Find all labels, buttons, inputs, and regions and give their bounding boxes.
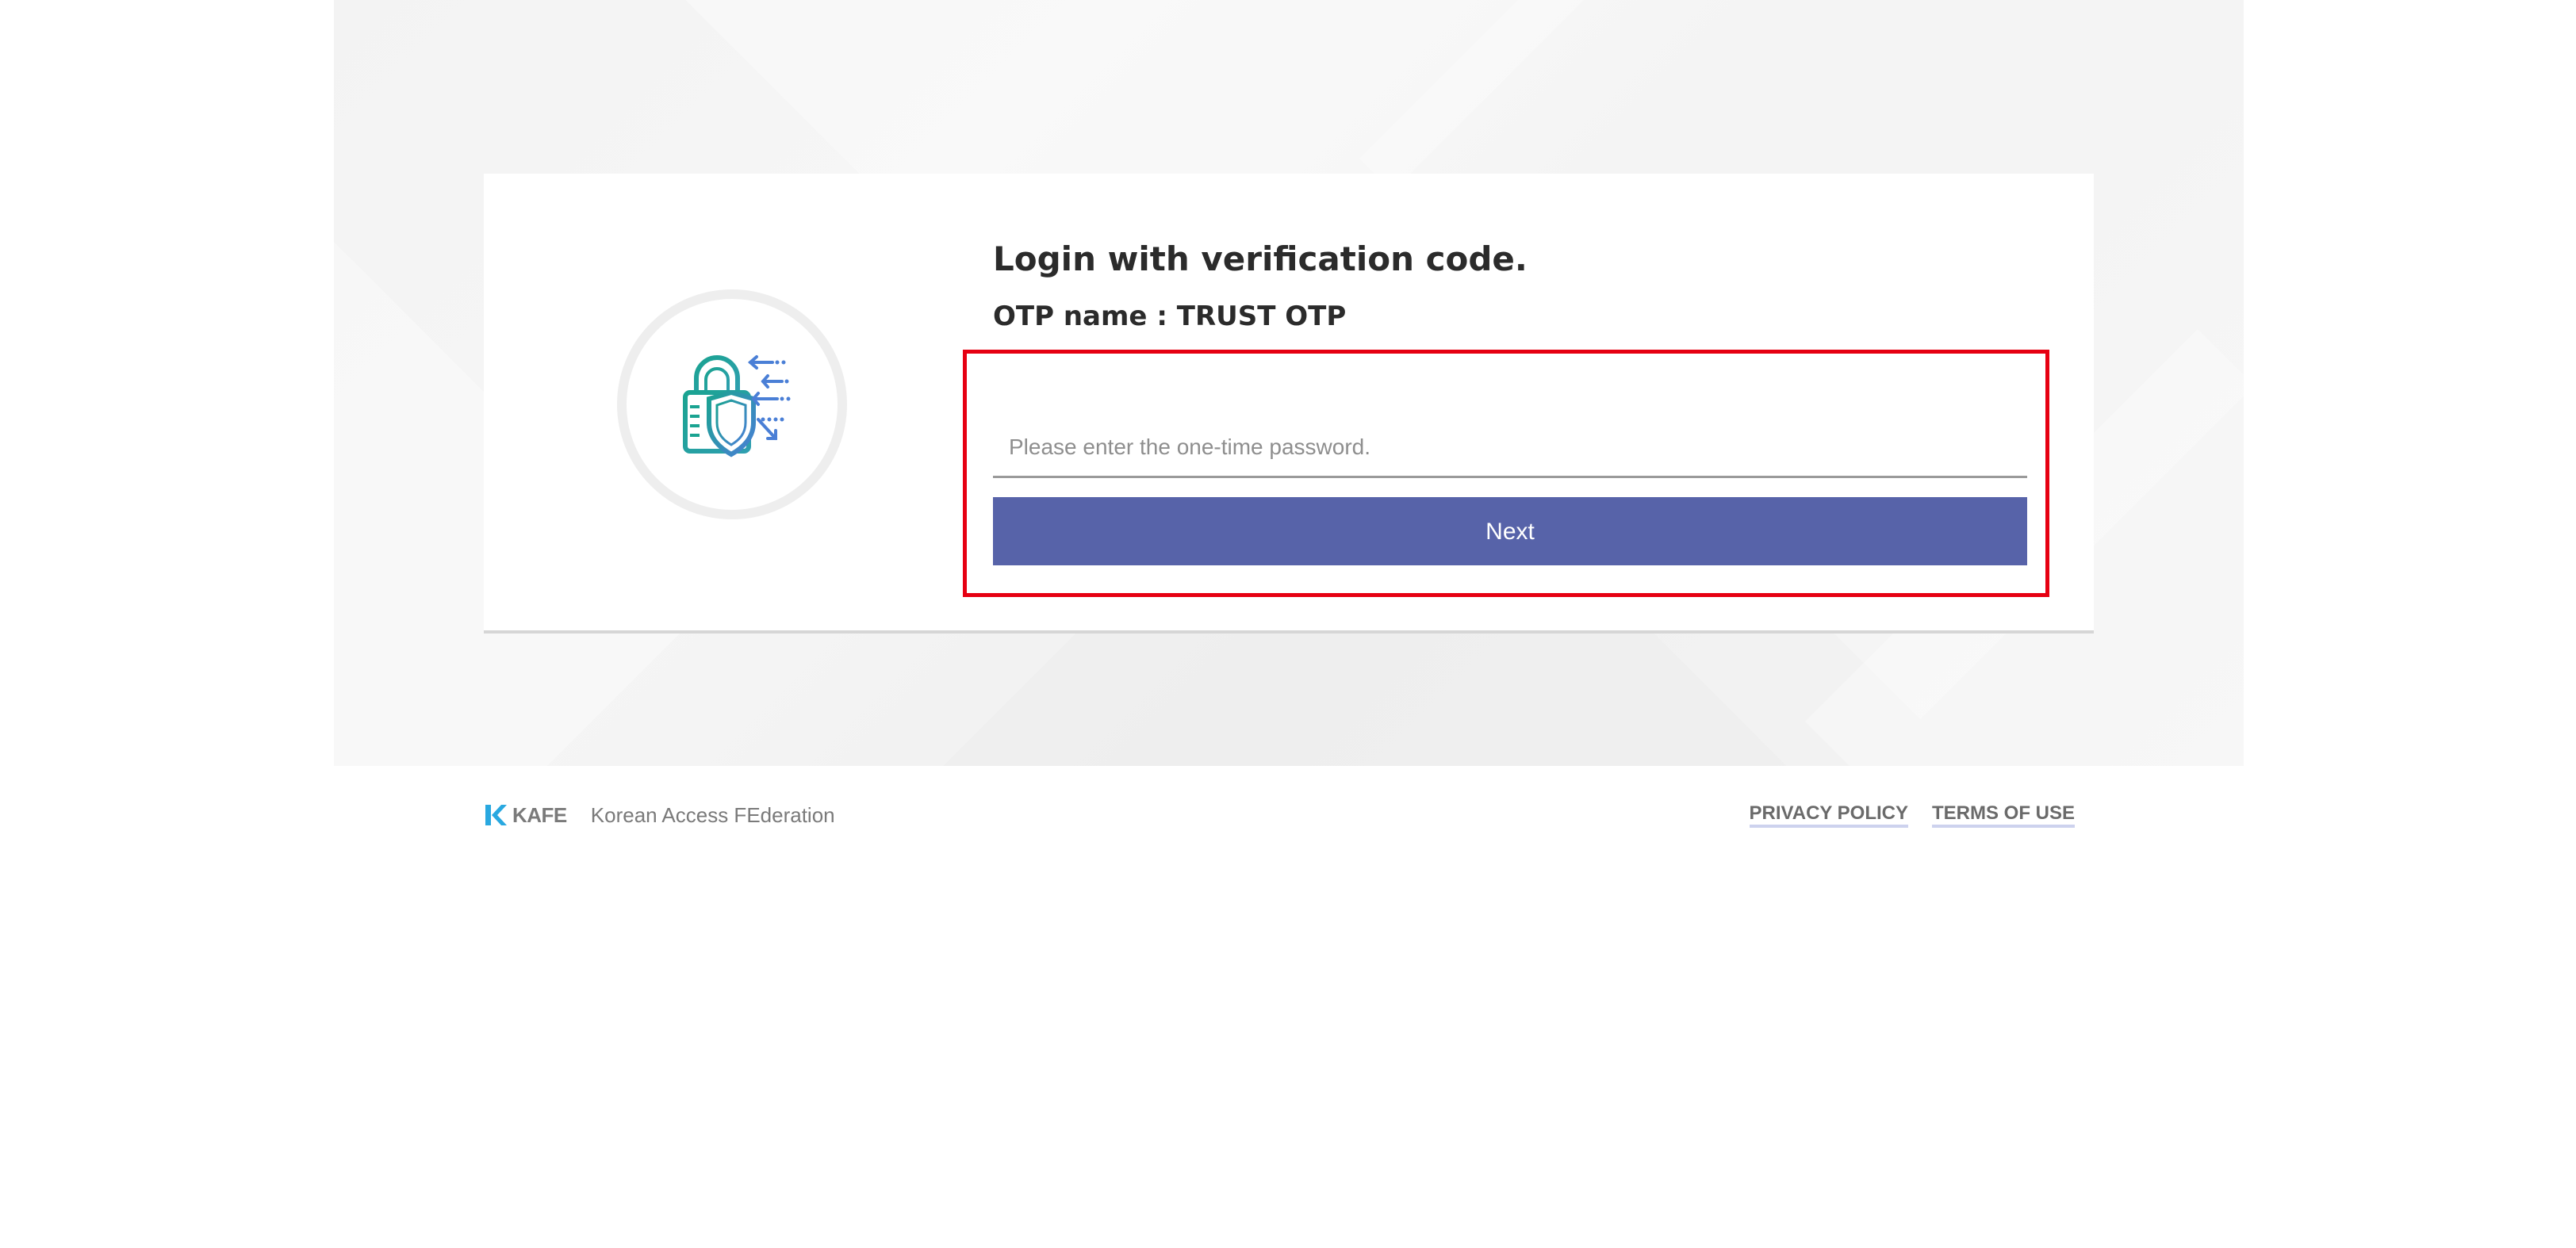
otp-name-label: OTP name : TRUST OTP (993, 301, 1347, 332)
lock-shield-icon (683, 355, 791, 457)
next-button[interactable]: Next (993, 497, 2027, 565)
footer: KAFE Korean Access FEderation PRIVACY PO… (484, 799, 2094, 831)
otp-input[interactable] (993, 418, 2027, 478)
icon-badge (617, 289, 847, 519)
login-content: Login with verification code. OTP name :… (993, 235, 2048, 334)
privacy-policy-link[interactable]: PRIVACY POLICY (1749, 802, 1908, 828)
footer-links: PRIVACY POLICY TERMS OF USE (1726, 799, 2075, 831)
terms-of-use-link[interactable]: TERMS OF USE (1931, 802, 2075, 828)
kafe-k-icon (485, 805, 507, 825)
kafe-wordmark: KAFE (512, 802, 567, 827)
brand-name: Korean Access FEderation (590, 802, 835, 827)
page-title: Login with verification code. (993, 239, 1528, 278)
footer-brand: KAFE Korean Access FEderation (484, 799, 835, 831)
login-card: Login with verification code. OTP name :… (484, 174, 2094, 634)
kafe-logo: KAFE (484, 799, 567, 831)
